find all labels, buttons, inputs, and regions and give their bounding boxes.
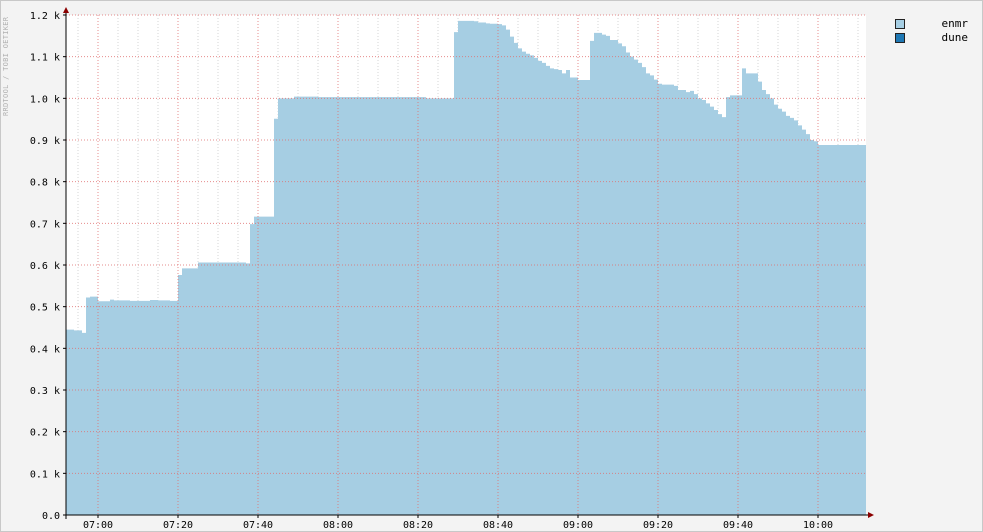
x-tick-label: 08:20	[403, 520, 433, 531]
y-tick-label: 0.2 k	[30, 428, 60, 439]
y-tick-label: 0.3 k	[30, 386, 60, 397]
x-tick-label: 09:00	[563, 520, 593, 531]
legend-swatch-enmr	[895, 19, 905, 29]
legend-label-enmr: enmr	[941, 17, 969, 30]
y-tick-label: 0.8 k	[30, 178, 60, 189]
y-tick-label: 0.5 k	[30, 303, 60, 314]
x-tick-label: 10:00	[803, 520, 833, 531]
x-tick-label: 07:20	[163, 520, 193, 531]
x-tick-label: 07:00	[83, 520, 113, 531]
y-tick-label: 1.2 k	[30, 11, 60, 22]
legend-swatch-dune	[895, 33, 905, 43]
y-tick-labels: 0.0 0.1 k 0.2 k 0.3 k 0.4 k 0.5 k 0.6 k 0.7 k 0.…	[30, 11, 60, 522]
x-tick-labels: 07:00 07:20 07:40 08:00 08:20 08:40 09:00 09:20…	[83, 520, 833, 531]
y-tick-label: 0.0	[42, 511, 60, 522]
legend: enmr dune	[895, 17, 970, 45]
x-tick-label: 09:20	[643, 520, 673, 531]
y-axis-arrow	[63, 7, 69, 13]
x-tick-label: 07:40	[243, 520, 273, 531]
legend-item-dune: dune	[895, 31, 970, 45]
x-axis-arrow	[868, 512, 874, 518]
y-tick-label: 0.6 k	[30, 261, 60, 272]
x-tick-label: 09:40	[723, 520, 753, 531]
y-tick-label: 0.7 k	[30, 219, 60, 230]
legend-label-dune: dune	[941, 31, 969, 44]
x-tick-label: 08:00	[323, 520, 353, 531]
y-tick-label: 1.1 k	[30, 53, 60, 64]
chart-plot: 0.0 0.1 k 0.2 k 0.3 k 0.4 k 0.5 k 0.6 k 0.7 k 0.…	[30, 7, 874, 531]
y-tick-label: 0.4 k	[30, 344, 60, 355]
legend-item-enmr: enmr	[895, 17, 970, 31]
y-tick-label: 1.0 k	[30, 94, 60, 105]
y-tick-label: 0.9 k	[30, 136, 60, 147]
y-tick-label: 0.1 k	[30, 469, 60, 480]
x-tick-label: 08:40	[483, 520, 513, 531]
